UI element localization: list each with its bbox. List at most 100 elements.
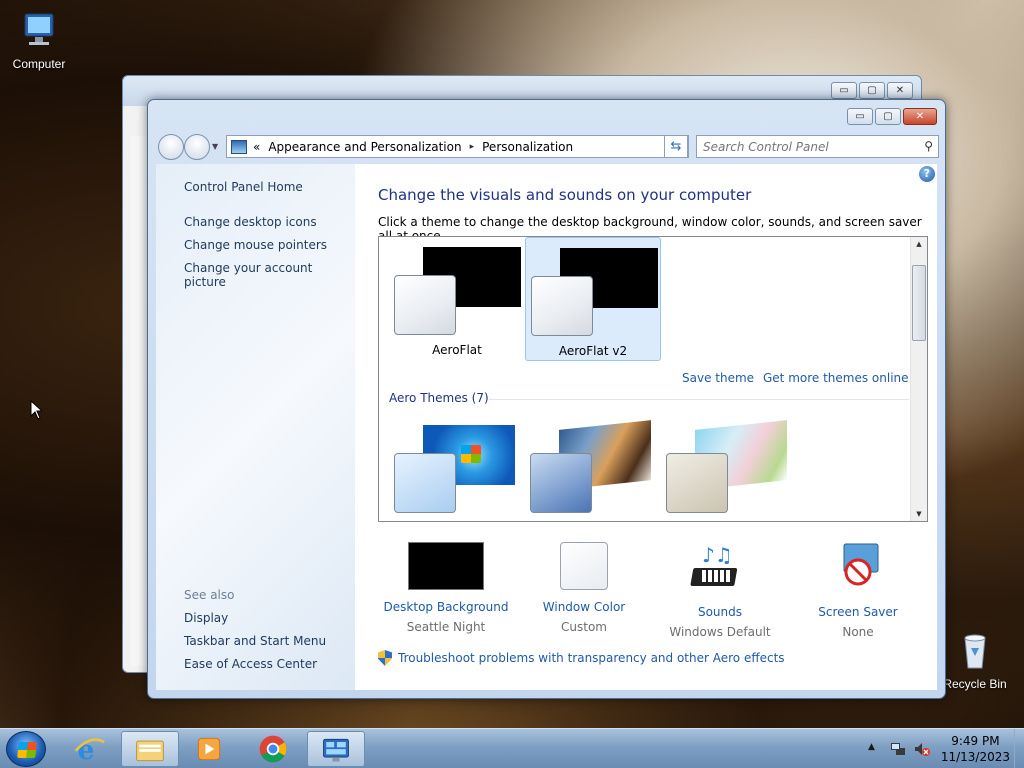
desktop-icon-recycle-bin[interactable]: Recycle Bin — [938, 630, 1012, 691]
desktop-background-value: Seattle Night — [406, 620, 486, 634]
system-clock[interactable]: 9:49 PM 11/13/2023 — [941, 733, 1010, 765]
search-icon[interactable]: ⚲ — [924, 139, 933, 153]
recent-pages-chevron-icon[interactable]: ▼ — [212, 142, 218, 151]
clock-date: 11/13/2023 — [940, 750, 1010, 764]
computer-icon — [24, 13, 54, 45]
taskbar-file-explorer[interactable] — [121, 731, 179, 767]
change-mouse-pointers-link[interactable]: Change mouse pointers — [184, 238, 327, 252]
sounds-icon: ♪♫ — [690, 543, 738, 586]
left-task-pane: Control Panel Home Change desktop icons … — [156, 164, 355, 690]
sounds-label[interactable]: Sounds — [652, 605, 788, 619]
address-bar[interactable]: « Appearance and Personalization ▸ Perso… — [226, 135, 689, 158]
maximize-button[interactable]: ▢ — [875, 108, 901, 125]
computer-label: Computer — [12, 57, 66, 71]
start-button[interactable] — [6, 731, 46, 767]
scroll-up-icon[interactable]: ▲ — [911, 240, 927, 248]
theme-glass-preview — [531, 276, 593, 336]
window-color-value: Custom — [561, 620, 607, 634]
breadcrumb-personalization[interactable]: Personalization — [482, 140, 573, 154]
taskbar-media-player[interactable] — [181, 731, 239, 767]
background-window-controls: ▭ ▢ ✕ — [831, 82, 913, 99]
theme-characters[interactable] — [661, 419, 797, 519]
svg-text:♪♫: ♪♫ — [702, 543, 733, 567]
breadcrumb-appearance[interactable]: Appearance and Personalization — [268, 140, 461, 154]
scroll-down-icon[interactable]: ▼ — [911, 510, 927, 518]
theme-glass-preview — [530, 453, 592, 513]
main-pane: ? Change the visuals and sounds on your … — [355, 164, 937, 690]
desktop-icon-computer[interactable]: Computer — [2, 10, 76, 71]
maximize-button[interactable]: ▢ — [859, 82, 885, 99]
desktop-background-item[interactable]: Desktop Background Seattle Night — [378, 542, 514, 634]
file-explorer-icon — [136, 740, 164, 762]
breadcrumb-separator-icon[interactable]: ▸ — [470, 142, 475, 152]
minimize-button[interactable]: ▭ — [831, 82, 857, 99]
control-panel-home-link[interactable]: Control Panel Home — [184, 180, 303, 194]
save-theme-link[interactable]: Save theme — [682, 371, 754, 385]
theme-name: AeroFlat v2 — [558, 344, 628, 358]
control-panel-icon — [323, 738, 349, 762]
desktop-background-label[interactable]: Desktop Background — [378, 600, 514, 614]
taskbar-internet-explorer[interactable]: e — [62, 731, 120, 767]
troubleshoot-label[interactable]: Troubleshoot problems with transparency … — [398, 651, 785, 665]
theme-architecture[interactable] — [525, 419, 661, 519]
troubleshoot-link[interactable]: Troubleshoot problems with transparency … — [378, 650, 785, 666]
taskbar: e ▲ 9:49 PM 11/13/2023 — [0, 728, 1024, 768]
help-icon[interactable]: ? — [919, 166, 935, 182]
internet-explorer-icon: e — [74, 735, 105, 765]
recycle-bin-label: Recycle Bin — [943, 677, 1007, 691]
window-color-label[interactable]: Window Color — [516, 600, 652, 614]
sounds-item[interactable]: ♪♫ Sounds Windows Default — [652, 542, 788, 639]
screen-saver-item[interactable]: Screen Saver None — [790, 542, 926, 639]
windows-logo-icon — [17, 742, 37, 758]
see-also-heading: See also — [184, 588, 235, 602]
scrollbar-thumb[interactable] — [912, 265, 926, 341]
show-desktop-button[interactable] — [1014, 729, 1024, 768]
address-overflow[interactable]: « — [253, 140, 260, 154]
refresh-button[interactable]: ⇆ — [664, 135, 688, 158]
navigation-bar: ▼ « Appearance and Personalization ▸ Per… — [156, 134, 939, 160]
network-icon[interactable] — [890, 741, 906, 757]
taskbar-chrome[interactable] — [245, 731, 303, 767]
theme-aeroflat-v2[interactable]: AeroFlat v2 — [525, 237, 661, 361]
theme-aeroflat[interactable]: AeroFlat — [389, 237, 525, 361]
personalization-window[interactable]: ▭ ▢ ✕ ▼ « Appearance and Personalization… — [147, 99, 946, 699]
forward-button[interactable] — [184, 134, 210, 160]
theme-glass-preview — [394, 275, 456, 335]
window-color-item[interactable]: Window Color Custom — [516, 542, 652, 634]
search-box[interactable]: ⚲ — [696, 135, 939, 158]
close-button[interactable]: ✕ — [903, 108, 937, 125]
search-input[interactable] — [703, 137, 913, 157]
theme-list-scrollbar[interactable]: ▲ ▼ — [910, 237, 927, 521]
clock-time: 9:49 PM — [951, 734, 1000, 748]
volume-muted-icon[interactable] — [914, 741, 930, 757]
desktop-background-icon — [408, 542, 484, 590]
close-button[interactable]: ✕ — [887, 82, 913, 99]
media-player-icon — [197, 737, 221, 761]
group-divider — [489, 399, 909, 400]
back-button[interactable] — [158, 134, 184, 160]
aero-themes-group-header: Aero Themes (7) — [389, 391, 489, 405]
window-controls: ▭ ▢ ✕ — [847, 108, 937, 125]
theme-glass-preview — [394, 453, 456, 513]
sounds-value: Windows Default — [669, 625, 771, 639]
shield-icon — [378, 650, 392, 666]
display-link[interactable]: Display — [184, 611, 228, 625]
chrome-icon — [259, 735, 287, 763]
theme-windows-7[interactable] — [389, 419, 525, 519]
get-more-themes-link[interactable]: Get more themes online — [763, 371, 909, 385]
change-account-picture-link[interactable]: Change your account picture — [184, 261, 355, 289]
page-title: Change the visuals and sounds on your co… — [378, 186, 752, 204]
theme-list[interactable]: AeroFlat AeroFlat v2 Save theme Get more… — [378, 236, 928, 522]
change-desktop-icons-link[interactable]: Change desktop icons — [184, 215, 317, 229]
theme-settings-bar: Desktop Background Seattle Night Window … — [378, 542, 928, 642]
taskbar-start-menu-link[interactable]: Taskbar and Start Menu — [184, 634, 326, 648]
theme-name: AeroFlat — [432, 343, 482, 357]
recycle-bin-icon — [964, 634, 986, 669]
screen-saver-label[interactable]: Screen Saver — [790, 605, 926, 619]
minimize-button[interactable]: ▭ — [847, 108, 873, 125]
ease-of-access-link[interactable]: Ease of Access Center — [184, 657, 317, 671]
screen-saver-icon — [843, 543, 879, 586]
content-area: Control Panel Home Change desktop icons … — [156, 164, 937, 690]
show-hidden-icons-icon[interactable]: ▲ — [868, 742, 875, 752]
taskbar-control-panel[interactable] — [307, 731, 365, 767]
